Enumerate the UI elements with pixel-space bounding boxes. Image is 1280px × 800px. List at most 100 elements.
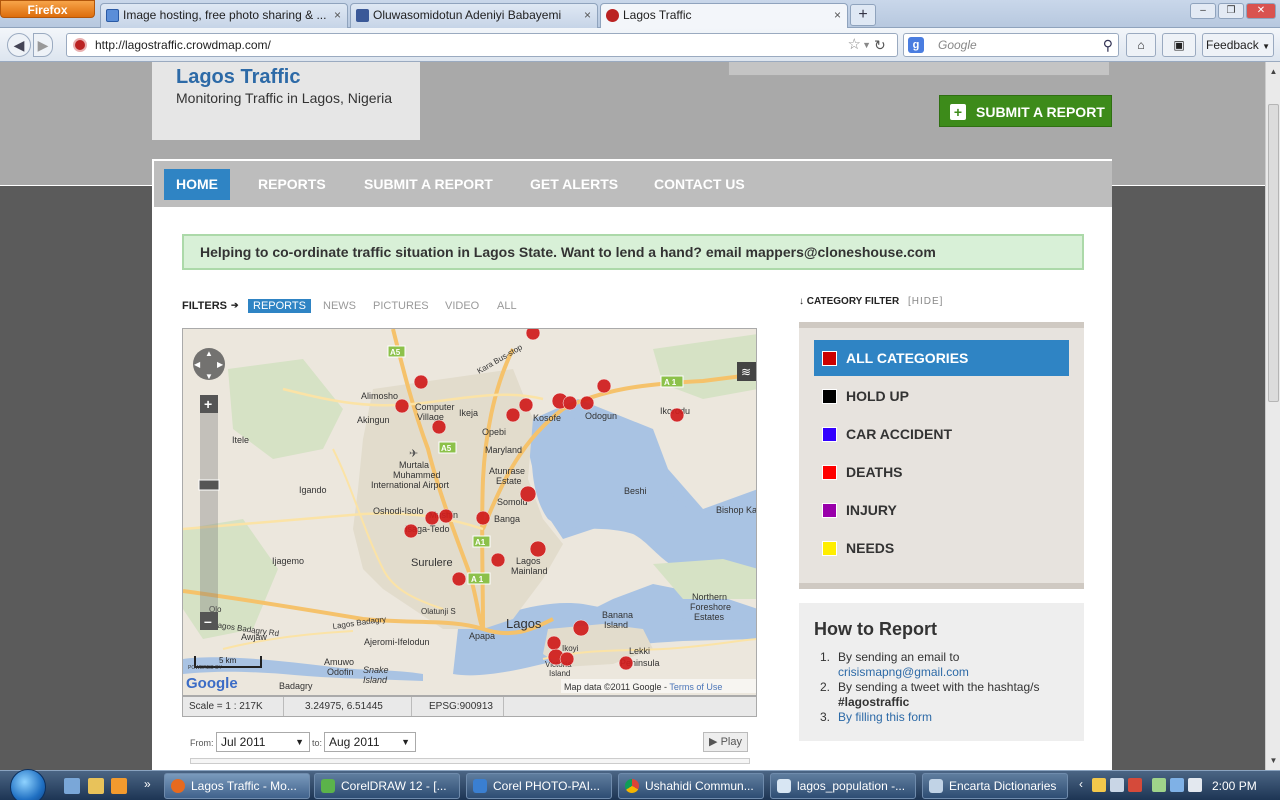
tray-icon[interactable] (1152, 778, 1166, 792)
filter-all[interactable]: ALL (497, 300, 517, 312)
back-button[interactable]: ◀ (7, 33, 31, 57)
tray-icon[interactable] (1128, 778, 1142, 792)
layer-switcher[interactable]: ≋ (737, 362, 757, 381)
site-logo-box[interactable]: Lagos Traffic Monitoring Traffic in Lago… (152, 62, 420, 140)
category-all[interactable]: ALL CATEGORIES (814, 340, 1069, 376)
road-label: A1 (475, 538, 486, 547)
taskbar-label: Encarta Dictionaries (949, 779, 1057, 793)
url-bar[interactable]: http://lagostraffic.crowdmap.com/ ☆ ▼ (66, 33, 898, 57)
filter-reports[interactable]: REPORTS (248, 299, 311, 313)
url-dropdown-icon[interactable]: ▼ (862, 34, 871, 56)
facebook-icon (356, 9, 369, 22)
reload-icon[interactable]: ↻ (874, 37, 886, 54)
to-date-select[interactable]: Aug 2011 ▼ (324, 732, 416, 752)
category-needs[interactable]: NEEDS (814, 530, 1069, 566)
report-marker (529, 540, 547, 558)
screenshot-button[interactable]: ▣ (1162, 33, 1196, 57)
nav-reports[interactable]: REPORTS (246, 169, 338, 200)
start-button[interactable] (10, 769, 46, 800)
search-placeholder[interactable]: Google (938, 38, 977, 52)
firefox-menu-button[interactable]: Firefox (0, 0, 95, 18)
taskbar-coreldraw[interactable]: CorelDRAW 12 - [... (314, 773, 460, 799)
tray-icon[interactable] (1092, 778, 1106, 792)
taskbar-encarta[interactable]: Encarta Dictionaries (922, 773, 1068, 799)
minimize-button[interactable]: – (1190, 3, 1216, 19)
site-search-box[interactable] (728, 62, 1110, 76)
place-label: Bishop Kale (716, 505, 757, 515)
email-link[interactable]: crisismapng@gmail.com (838, 665, 969, 679)
category-injury[interactable]: INJURY (814, 492, 1069, 528)
nav-contact-us[interactable]: CONTACT US (642, 169, 757, 200)
scrollbar-thumb[interactable] (1268, 104, 1279, 402)
play-button[interactable]: ▶ Play (703, 732, 748, 752)
place-label: Odofin (327, 667, 354, 677)
google-search-engine-icon[interactable]: g (908, 37, 924, 53)
scroll-up-icon[interactable]: ▲ (1266, 64, 1280, 79)
tray-icon[interactable] (1110, 778, 1124, 792)
hide-category-filter-link[interactable]: [HIDE] (908, 296, 943, 307)
forward-button[interactable]: ▶ (33, 33, 53, 57)
arrow-down-icon: ↓ (799, 296, 804, 307)
place-label: Banga (494, 514, 520, 524)
airport-icon: ✈ (409, 448, 418, 460)
place-label: Lagos (506, 616, 542, 631)
google-logo: Google (186, 675, 238, 692)
media-player-icon[interactable] (111, 778, 127, 794)
tab-lagos-traffic[interactable]: Lagos Traffic × (600, 3, 848, 28)
close-window-button[interactable]: ✕ (1246, 3, 1276, 19)
timeline-slider[interactable] (190, 758, 750, 764)
form-link[interactable]: By filling this form (838, 710, 932, 724)
maximize-button[interactable]: ❐ (1218, 3, 1244, 19)
scroll-down-icon[interactable]: ▼ (1266, 753, 1280, 768)
site-identity-icon[interactable] (73, 38, 87, 52)
new-tab-button[interactable]: + (850, 4, 876, 26)
category-deaths[interactable]: DEATHS (814, 454, 1069, 490)
road-label: A 1 (664, 378, 677, 387)
site-title[interactable]: Lagos Traffic (176, 66, 300, 89)
explorer-icon[interactable] (88, 778, 104, 794)
category-hold-up[interactable]: HOLD UP (814, 378, 1069, 414)
place-label: Island (363, 675, 388, 685)
search-bar[interactable]: g Google ⚲ (903, 33, 1119, 57)
nav-get-alerts[interactable]: GET ALERTS (518, 169, 630, 200)
filter-video[interactable]: VIDEO (445, 300, 479, 312)
from-date-value: Jul 2011 (221, 735, 266, 749)
search-icon[interactable]: ⚲ (1103, 34, 1113, 56)
show-desktop-icon[interactable] (64, 778, 80, 794)
bookmark-star-icon[interactable]: ☆ (848, 34, 861, 56)
tab-facebook[interactable]: Oluwasomidotun Adeniyi Babayemi × (350, 3, 598, 28)
tab-image-hosting[interactable]: Image hosting, free photo sharing & ... … (100, 3, 348, 28)
taskbar-notepad[interactable]: lagos_population -... (770, 773, 916, 799)
taskbar-corel-photopaint[interactable]: Corel PHOTO-PAI... (466, 773, 612, 799)
tab-close-icon[interactable]: × (334, 4, 341, 27)
report-marker (394, 398, 410, 414)
place-label: Ajeromi-Ifelodun (364, 637, 430, 647)
from-date-select[interactable]: Jul 2011 ▼ (216, 732, 310, 752)
map-canvas[interactable]: A5 A5 A 1 A1 A 1 Alimosho Akingun Comput… (183, 329, 757, 696)
tray-expand-icon[interactable]: ‹ (1079, 777, 1083, 791)
map-pan-control[interactable]: ▲ ▼ ◀ ▶ (193, 348, 225, 381)
list-number: 3. (820, 710, 831, 724)
nav-home[interactable]: HOME (164, 169, 230, 200)
filter-pictures[interactable]: PICTURES (373, 300, 429, 312)
nav-submit-report[interactable]: SUBMIT A REPORT (352, 169, 505, 200)
category-car-accident[interactable]: CAR ACCIDENT (814, 416, 1069, 452)
page-scrollbar[interactable]: ▲ ▼ (1265, 62, 1280, 770)
tab-close-icon[interactable]: × (834, 4, 841, 27)
map-zoom-slider[interactable]: + – (198, 395, 220, 630)
filter-news[interactable]: NEWS (323, 300, 356, 312)
feedback-button[interactable]: Feedback ▼ (1202, 33, 1274, 57)
taskbar-label: Lagos Traffic - Mo... (191, 779, 297, 793)
taskbar-chrome[interactable]: Ushahidi Commun... (618, 773, 764, 799)
submit-report-button[interactable]: + SUBMIT A REPORT (939, 95, 1112, 127)
quicklaunch-overflow[interactable]: » (144, 777, 151, 791)
taskbar-firefox[interactable]: Lagos Traffic - Mo... (164, 773, 310, 799)
url-text[interactable]: http://lagostraffic.crowdmap.com/ (95, 38, 271, 52)
taskbar-clock[interactable]: 2:00 PM (1212, 771, 1257, 800)
network-icon[interactable] (1170, 778, 1184, 792)
map-status-bar: Scale = 1 : 217K 3.24975, 6.51445 EPSG:9… (182, 696, 757, 717)
volume-icon[interactable] (1188, 778, 1202, 792)
tab-close-icon[interactable]: × (584, 4, 591, 27)
reports-map[interactable]: A5 A5 A 1 A1 A 1 Alimosho Akingun Comput… (182, 328, 757, 696)
home-button[interactable]: ⌂ (1126, 33, 1156, 57)
